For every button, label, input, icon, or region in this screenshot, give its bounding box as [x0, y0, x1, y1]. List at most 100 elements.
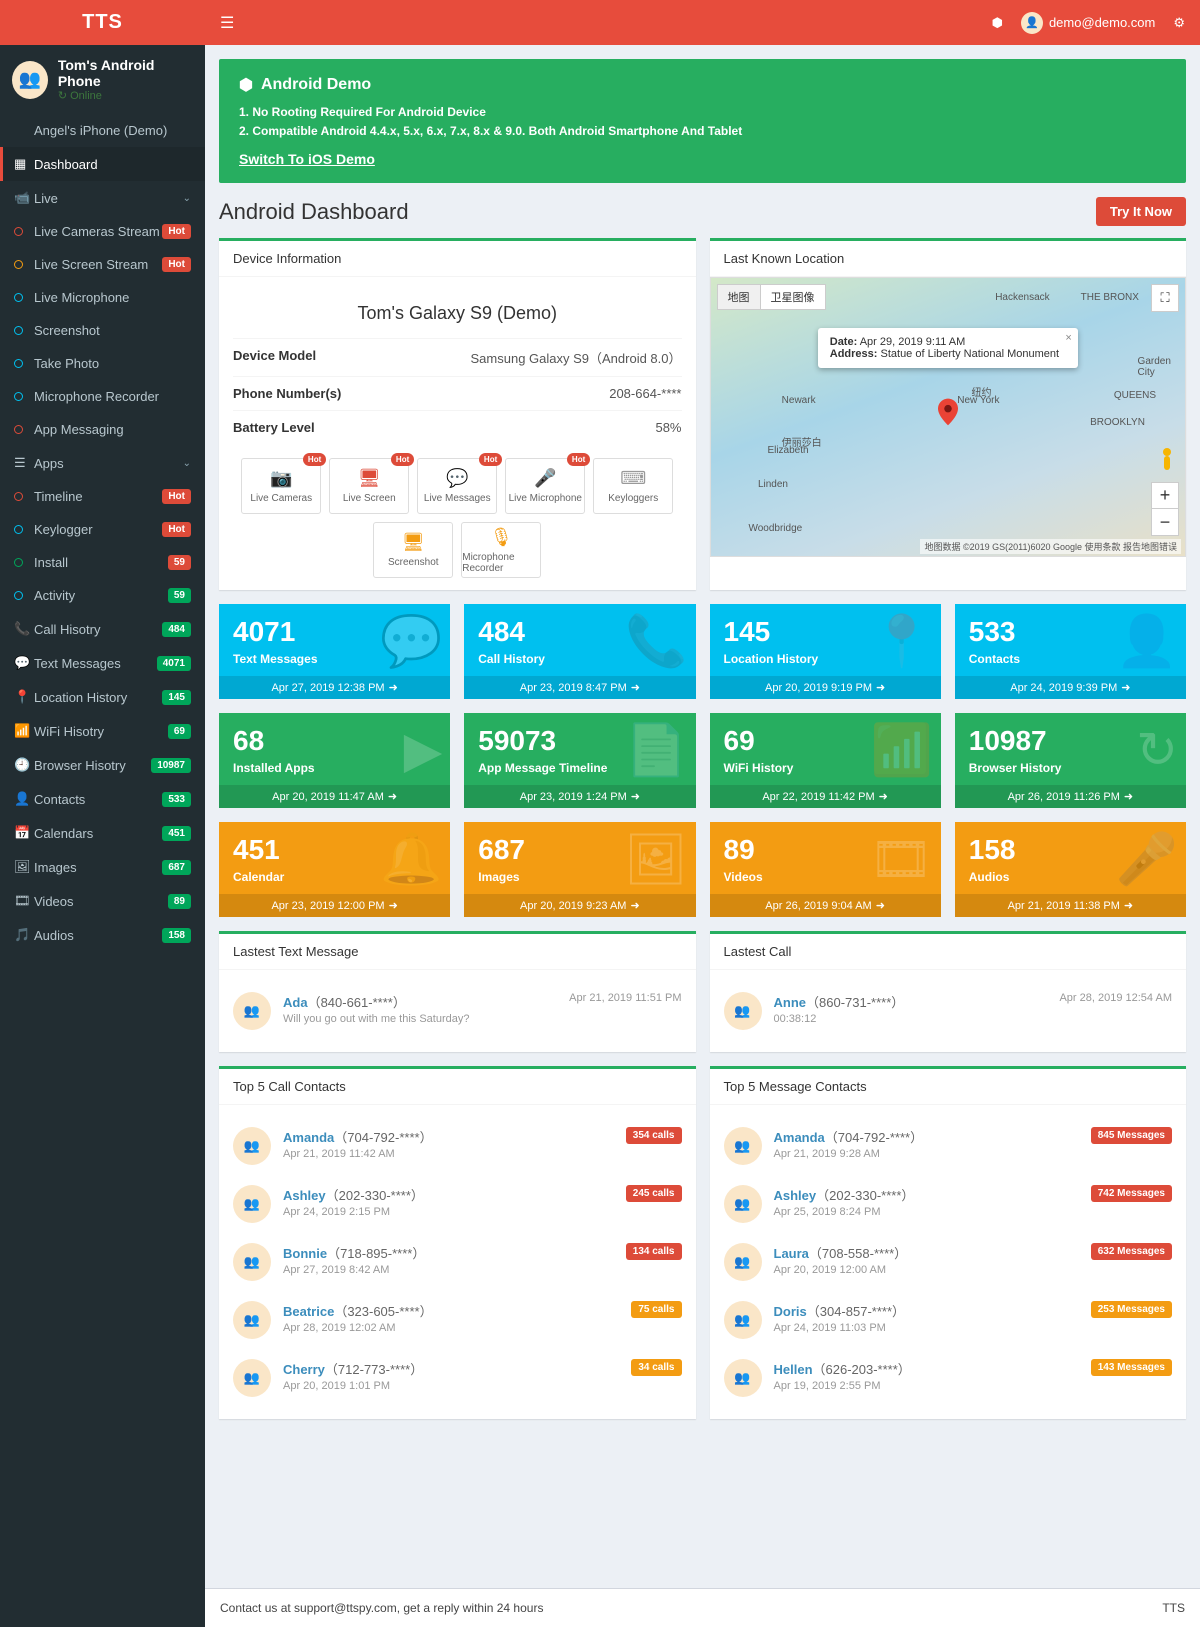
list-item[interactable]: 👥Bonnie（718-895-****）Apr 27, 2019 8:42 A…: [233, 1233, 682, 1291]
sidebar-item-wifi-hisotry[interactable]: 📶WiFi Hisotry69: [0, 714, 205, 748]
sidebar-item-live[interactable]: Live Cameras StreamHot: [0, 215, 205, 248]
sidebar-item-live[interactable]: Microphone Recorder: [0, 380, 205, 413]
sidebar-item-live[interactable]: Live Screen StreamHot: [0, 248, 205, 281]
sidebar-item-live[interactable]: Take Photo: [0, 347, 205, 380]
stat-calendar[interactable]: 451Calendar🔔Apr 23, 2019 12:00 PM ➜: [219, 822, 450, 917]
sidebar-item-app[interactable]: Activity59: [0, 579, 205, 612]
stat-contacts[interactable]: 533Contacts👤Apr 24, 2019 9:39 PM ➜: [955, 604, 1186, 699]
list-item[interactable]: 👥Amanda（704-792-****）Apr 21, 2019 9:28 A…: [724, 1117, 1173, 1175]
zoom-in-button[interactable]: +: [1152, 483, 1178, 509]
hot-badge: Hot: [567, 453, 590, 466]
map-type-control[interactable]: 地图 卫星图像: [717, 284, 826, 310]
action-icon: 💬: [446, 468, 468, 489]
stat-app-message-timeline[interactable]: 59073App Message Timeline📄Apr 23, 2019 1…: [464, 713, 695, 808]
menu-toggle-icon[interactable]: ☰: [220, 13, 234, 33]
stat-audios[interactable]: 158Audios🎤Apr 21, 2019 11:38 PM ➜: [955, 822, 1186, 917]
action-live-cameras[interactable]: Hot📷Live Cameras: [241, 458, 321, 514]
sidebar-item-videos[interactable]: 🎞Videos89: [0, 884, 205, 918]
map-tab-map[interactable]: 地图: [718, 285, 761, 309]
sidebar-item-contacts[interactable]: 👤Contacts533: [0, 782, 205, 816]
sidebar-item-text-messages[interactable]: 💬Text Messages4071: [0, 646, 205, 680]
stat-text-messages[interactable]: 4071Text Messages💬Apr 27, 2019 12:38 PM …: [219, 604, 450, 699]
footer-text: Contact us at support@ttspy.com, get a r…: [220, 1601, 543, 1615]
stat-footer[interactable]: Apr 20, 2019 9:23 AM ➜: [464, 894, 695, 917]
sidebar-item-live[interactable]: Screenshot: [0, 314, 205, 347]
action-screenshot[interactable]: 🖥Screenshot: [373, 522, 453, 578]
stat-footer[interactable]: Apr 26, 2019 9:04 AM ➜: [710, 894, 941, 917]
fullscreen-icon[interactable]: ⛶: [1151, 284, 1179, 312]
stat-wifi-history[interactable]: 69WiFi History📶Apr 22, 2019 11:42 PM ➜: [710, 713, 941, 808]
close-icon[interactable]: ×: [1065, 332, 1071, 344]
action-live-screen[interactable]: Hot🖥Live Screen: [329, 458, 409, 514]
list-item[interactable]: 👥Beatrice（323-605-****）Apr 28, 2019 12:0…: [233, 1291, 682, 1349]
map-pin-icon: [938, 398, 958, 426]
stat-footer[interactable]: Apr 22, 2019 11:42 PM ➜: [710, 785, 941, 808]
sidebar-item-app[interactable]: TimelineHot: [0, 480, 205, 513]
circle-icon: [14, 425, 34, 434]
stat-footer[interactable]: Apr 24, 2019 9:39 PM ➜: [955, 676, 1186, 699]
sidebar-section-live[interactable]: 📹Live⌄: [0, 181, 205, 215]
sidebar-item-calendars[interactable]: 📅Calendars451: [0, 816, 205, 850]
stat-footer[interactable]: Apr 20, 2019 9:19 PM ➜: [710, 676, 941, 699]
action-keyloggers[interactable]: ⌨Keyloggers: [593, 458, 673, 514]
switch-demo-link[interactable]: Switch To iOS Demo: [239, 151, 375, 167]
sidebar-item-browser-hisotry[interactable]: 🕘Browser Hisotry10987: [0, 748, 205, 782]
stat-footer[interactable]: Apr 23, 2019 1:24 PM ➜: [464, 785, 695, 808]
stat-location-history[interactable]: 145Location History📍Apr 20, 2019 9:19 PM…: [710, 604, 941, 699]
stat-images[interactable]: 687Images🖼Apr 20, 2019 9:23 AM ➜: [464, 822, 695, 917]
list-item[interactable]: 👥Cherry（712-773-****）Apr 20, 2019 1:01 P…: [233, 1349, 682, 1407]
count-badge: 134 calls: [626, 1243, 682, 1260]
avatar-icon: 👥: [724, 992, 762, 1030]
list-item[interactable]: 👥Ashley（202-330-****）Apr 25, 2019 8:24 P…: [724, 1175, 1173, 1233]
sidebar-item-audios[interactable]: 🎵Audios158: [0, 918, 205, 952]
map-tab-satellite[interactable]: 卫星图像: [761, 285, 825, 309]
stat-installed-apps[interactable]: 68Installed Apps▶Apr 20, 2019 11:47 AM ➜: [219, 713, 450, 808]
list-item[interactable]: 👥Amanda（704-792-****）Apr 21, 2019 11:42 …: [233, 1117, 682, 1175]
device-model: Samsung Galaxy S9（Android 8.0）: [471, 348, 682, 367]
list-item[interactable]: 👥Hellen（626-203-****）Apr 19, 2019 2:55 P…: [724, 1349, 1173, 1407]
stat-footer[interactable]: Apr 21, 2019 11:38 PM ➜: [955, 894, 1186, 917]
list-item[interactable]: 👥 Ada（840-661-****） Will you go out with…: [233, 982, 682, 1040]
latest-text-title: Lastest Text Message: [219, 934, 696, 970]
stat-footer[interactable]: Apr 27, 2019 12:38 PM ➜: [219, 676, 450, 699]
list-item[interactable]: 👥Ashley（202-330-****）Apr 24, 2019 2:15 P…: [233, 1175, 682, 1233]
user-menu[interactable]: 👤 demo@demo.com: [1021, 12, 1155, 34]
list-item[interactable]: 👥Doris（304-857-****）Apr 24, 2019 11:03 P…: [724, 1291, 1173, 1349]
stat-footer[interactable]: Apr 23, 2019 12:00 PM ➜: [219, 894, 450, 917]
android-icon[interactable]: ⬢: [992, 15, 1003, 31]
sidebar-item-call-hisotry[interactable]: 📞Call Hisotry484: [0, 612, 205, 646]
list-item[interactable]: 👥 Anne（860-731-****） 00:38:12 Apr 28, 20…: [724, 982, 1173, 1040]
stat-footer[interactable]: Apr 26, 2019 11:26 PM ➜: [955, 785, 1186, 808]
list-item[interactable]: 👥Laura（708-558-****）Apr 20, 2019 12:00 A…: [724, 1233, 1173, 1291]
sidebar-item-app[interactable]: Install59: [0, 546, 205, 579]
android-icon: ⬢: [239, 75, 253, 95]
try-it-now-button[interactable]: Try It Now: [1096, 197, 1186, 226]
sidebar-item-live[interactable]: App Messaging: [0, 413, 205, 446]
stat-videos[interactable]: 89Videos🎞Apr 26, 2019 9:04 AM ➜: [710, 822, 941, 917]
sidebar-item-app[interactable]: KeyloggerHot: [0, 513, 205, 546]
sidebar-section-apps[interactable]: ☰Apps⌄: [0, 446, 205, 480]
sidebar-item-images[interactable]: 🖼Images687: [0, 850, 205, 884]
action-microphone-recorder[interactable]: 🎙Microphone Recorder: [461, 522, 541, 578]
dashboard-icon: ▦: [14, 156, 34, 172]
contact-time: Apr 21, 2019 11:42 AM: [283, 1148, 614, 1160]
contact-name: Amanda: [283, 1130, 334, 1145]
stat-call-history[interactable]: 484Call History📞Apr 23, 2019 8:47 PM ➜: [464, 604, 695, 699]
sidebar-item-demo-device[interactable]: Angel's iPhone (Demo): [0, 114, 205, 147]
sidebar-item-live[interactable]: Live Microphone: [0, 281, 205, 314]
stat-browser-history[interactable]: 10987Browser History↻Apr 26, 2019 11:26 …: [955, 713, 1186, 808]
settings-icon[interactable]: ⚙: [1173, 15, 1185, 31]
sidebar-item-dashboard[interactable]: ▦Dashboard: [0, 147, 205, 181]
contact-time: Apr 24, 2019 11:03 PM: [774, 1322, 1079, 1334]
stat-footer[interactable]: Apr 20, 2019 11:47 AM ➜: [219, 785, 450, 808]
sidebar-item-location-history[interactable]: 📍Location History145: [0, 680, 205, 714]
stat-footer[interactable]: Apr 23, 2019 8:47 PM ➜: [464, 676, 695, 699]
action-live-messages[interactable]: Hot💬Live Messages: [417, 458, 497, 514]
action-live-microphone[interactable]: Hot🎤Live Microphone: [505, 458, 585, 514]
map[interactable]: 地图 卫星图像 ⛶ × Date: Apr 29, 2019 9:11 AM A…: [710, 277, 1187, 557]
avatar-icon: 👥: [724, 1243, 762, 1281]
pegman-icon[interactable]: [1155, 446, 1179, 476]
brand-logo[interactable]: TTS: [0, 0, 205, 45]
circle-icon: [14, 525, 34, 534]
zoom-out-button[interactable]: −: [1152, 509, 1178, 535]
